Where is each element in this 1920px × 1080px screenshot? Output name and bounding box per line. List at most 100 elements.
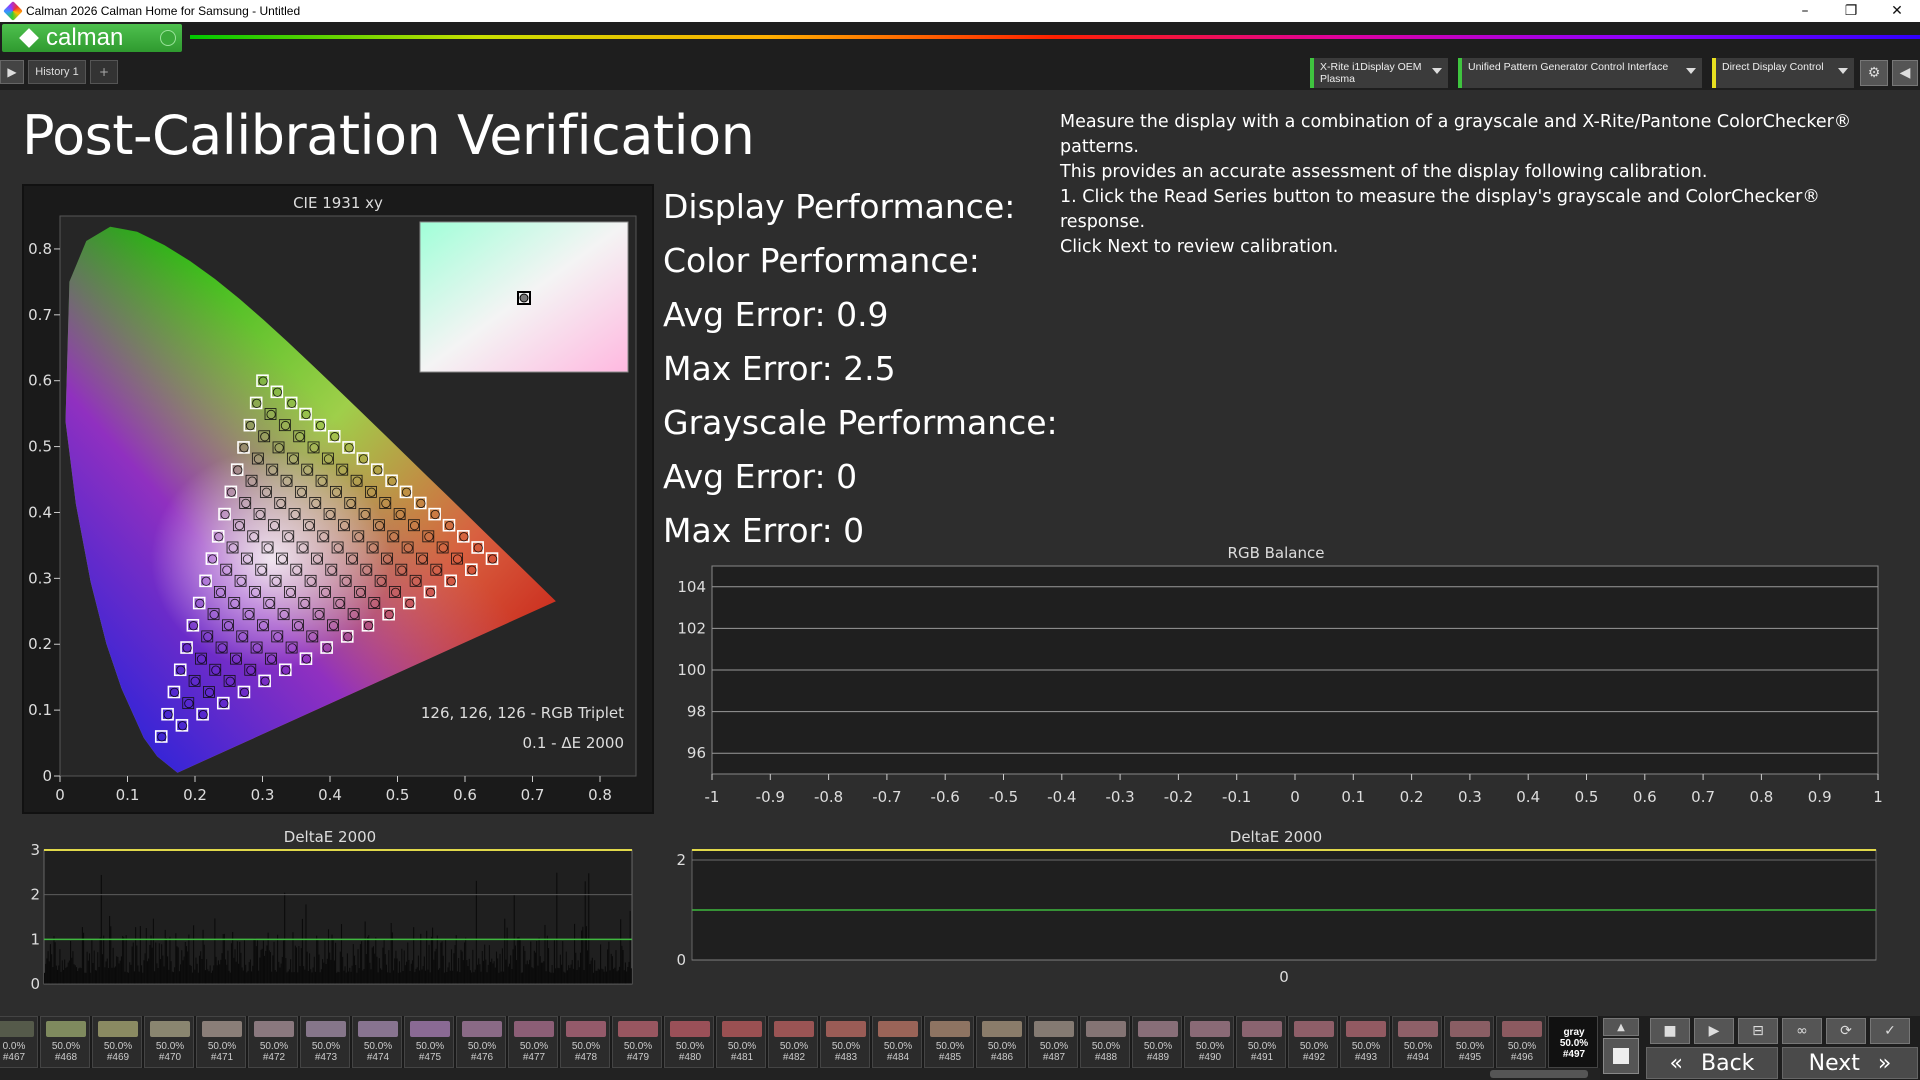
swatch-item[interactable]: 50.0% #483: [820, 1016, 870, 1068]
delta-e-bar: [559, 954, 561, 984]
swatch-item[interactable]: 50.0% #484: [872, 1016, 922, 1068]
delta-e-bar: [156, 963, 158, 984]
swatch-label: 50.0% #479: [623, 1041, 653, 1063]
delta-e-bar: [468, 958, 470, 984]
swatch-scrollbar[interactable]: [0, 1068, 1600, 1080]
delta-e-bar: [594, 960, 596, 984]
minimize-button[interactable]: –: [1782, 0, 1828, 22]
cie-chart-panel: CIE 1931 xy 0 0.1 0.2 0.3 0.4 0.5 0.6 0.7 0.8 0 0.…: [22, 184, 654, 814]
delta-e-bar: [413, 927, 415, 984]
delta-e-bar: [85, 972, 87, 984]
swatch-item[interactable]: 50.0% #495: [1444, 1016, 1494, 1068]
tab-history-1[interactable]: History 1: [28, 60, 86, 84]
swatch-item[interactable]: 50.0% #496: [1496, 1016, 1546, 1068]
swatch-item[interactable]: 50.0% #480: [664, 1016, 714, 1068]
delta-e-bar: [262, 940, 264, 984]
swatch-color-chip: [0, 1021, 34, 1037]
delta-e-bar: [306, 951, 308, 984]
delta-e-bar: [110, 926, 112, 984]
collapse-panel-button[interactable]: ◀: [1892, 60, 1918, 86]
back-button[interactable]: « Back: [1646, 1047, 1778, 1079]
swatch-item-active[interactable]: gray 50.0% #497: [1548, 1016, 1598, 1068]
swatch-item[interactable]: 50.0% #492: [1288, 1016, 1338, 1068]
swatch-item[interactable]: 50.0% #475: [404, 1016, 454, 1068]
delta-e-bar: [324, 938, 326, 984]
delta-e-bar: [521, 972, 524, 984]
swatch-item[interactable]: 0.0% #467: [0, 1016, 38, 1068]
restore-button[interactable]: ❐: [1828, 0, 1874, 22]
swatch-color-chip: [150, 1021, 190, 1037]
swatch-item[interactable]: 50.0% #485: [924, 1016, 974, 1068]
delta-e-grayscale-chart[interactable]: DeltaE 2000 0 2 0: [662, 824, 1888, 990]
stop-icon[interactable]: ■: [1650, 1018, 1690, 1044]
delta-e-bar: [531, 967, 533, 984]
delta-e-bar: [190, 965, 192, 984]
swatch-label: 50.0% #480: [675, 1041, 705, 1063]
settings-gear-icon[interactable]: ⚙: [1860, 60, 1888, 86]
calman-menu-button[interactable]: calman: [2, 24, 182, 52]
swatch-up-icon[interactable]: ▲: [1603, 1018, 1639, 1036]
delta-e-bar: [101, 954, 104, 984]
delta-e-bar: [158, 943, 160, 984]
swatch-color-chip: [514, 1021, 554, 1037]
delta-e-bar: [422, 966, 424, 984]
swatch-item[interactable]: 50.0% #478: [560, 1016, 610, 1068]
stop-measurement-button[interactable]: [1603, 1038, 1639, 1074]
swatch-item[interactable]: 50.0% #481: [716, 1016, 766, 1068]
delta-e-bar: [486, 972, 488, 984]
delta-e-bar: [459, 972, 461, 984]
check-icon[interactable]: ✓: [1870, 1018, 1910, 1044]
swatch-item[interactable]: 50.0% #494: [1392, 1016, 1442, 1068]
color-max-error: Max Error: 2.5: [663, 349, 896, 388]
swatch-item[interactable]: 50.0% #468: [40, 1016, 90, 1068]
swatch-item[interactable]: 50.0% #487: [1028, 1016, 1078, 1068]
swatch-item[interactable]: 50.0% #482: [768, 1016, 818, 1068]
next-button[interactable]: Next »: [1782, 1047, 1918, 1079]
delta-e-y-tick-label: 3: [30, 841, 40, 859]
delta-e-bar: [414, 972, 416, 984]
delta-e-bar: [311, 972, 313, 984]
swatch-item[interactable]: 50.0% #476: [456, 1016, 506, 1068]
read-series-icon[interactable]: ⊟: [1738, 1018, 1778, 1044]
swatch-item[interactable]: 50.0% #479: [612, 1016, 662, 1068]
swatch-item[interactable]: 50.0% #474: [352, 1016, 402, 1068]
swatch-item[interactable]: 50.0% #491: [1236, 1016, 1286, 1068]
expand-panel-button[interactable]: ▶: [0, 60, 24, 84]
delta-e-bar: [137, 965, 139, 984]
swatch-item[interactable]: 50.0% #471: [196, 1016, 246, 1068]
swatch-item[interactable]: 50.0% #486: [976, 1016, 1026, 1068]
scrollbar-thumb[interactable]: [1490, 1070, 1588, 1078]
meter-selector[interactable]: X-Rite i1Display OEM Plasma: [1310, 58, 1448, 88]
swatch-item[interactable]: 50.0% #489: [1132, 1016, 1182, 1068]
swatch-item[interactable]: 50.0% #472: [248, 1016, 298, 1068]
pattern-generator-selector[interactable]: Unified Pattern Generator Control Interf…: [1458, 58, 1702, 88]
swatch-item[interactable]: 50.0% #470: [144, 1016, 194, 1068]
swatch-item[interactable]: 50.0% #493: [1340, 1016, 1390, 1068]
swatch-item[interactable]: 50.0% #473: [300, 1016, 350, 1068]
swatch-item[interactable]: 50.0% #490: [1184, 1016, 1234, 1068]
continuous-read-icon[interactable]: ∞: [1782, 1018, 1822, 1044]
add-tab-button[interactable]: +: [90, 60, 118, 84]
delta-e-colors-chart[interactable]: DeltaE 2000 0 1 2 3: [20, 824, 640, 993]
delta-e-bar: [267, 932, 269, 984]
delta-e-bar: [381, 969, 383, 984]
delta-e-bar: [162, 955, 164, 984]
delta-e-bar: [577, 960, 579, 984]
close-button[interactable]: ✕: [1874, 0, 1920, 22]
swatch-label: 50.0% #491: [1247, 1041, 1277, 1063]
display-control-selector[interactable]: Direct Display Control: [1712, 58, 1854, 88]
delta-e-bar: [97, 952, 99, 984]
delta-e-bar: [172, 972, 175, 984]
rgb-balance-chart[interactable]: RGB Balance 96 98 100 102 104 -1 -0.9 -0.8 -0.7 -…: [662, 538, 1888, 816]
delta-e-bar: [433, 959, 435, 984]
play-icon[interactable]: ▶: [1694, 1018, 1734, 1044]
refresh-icon[interactable]: ⟳: [1826, 1018, 1866, 1044]
delta-e-bar: [58, 965, 60, 984]
swatch-label: 50.0% #486: [987, 1041, 1017, 1063]
swatch-item[interactable]: 50.0% #488: [1080, 1016, 1130, 1068]
swatch-item[interactable]: 50.0% #477: [508, 1016, 558, 1068]
menu-dropdown-icon[interactable]: [160, 30, 176, 46]
swatch-item[interactable]: 50.0% #469: [92, 1016, 142, 1068]
delta-e-bar: [627, 967, 629, 984]
cie-1931-chart[interactable]: CIE 1931 xy 0 0.1 0.2 0.3 0.4 0.5 0.6 0.7 0.8 0 0.…: [24, 186, 652, 812]
